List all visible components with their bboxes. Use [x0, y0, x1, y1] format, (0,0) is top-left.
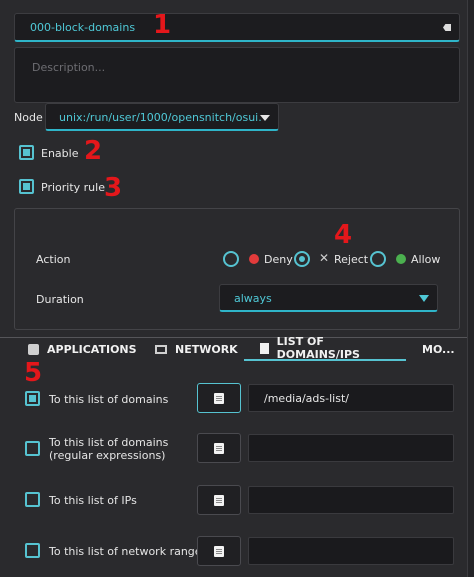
deny-label: Deny [264, 253, 293, 266]
list-ips-label: To this list of IPs [49, 494, 137, 507]
network-icon [155, 344, 167, 354]
tab-network[interactable]: NETWORK [155, 337, 238, 361]
reject-radio[interactable] [294, 251, 310, 267]
action-label: Action [36, 253, 71, 266]
tab-applications-label: APPLICATIONS [47, 342, 137, 356]
folder-icon [214, 392, 224, 404]
enable-checkbox[interactable] [19, 145, 34, 160]
priority-label: Priority rule [41, 181, 105, 194]
description-placeholder: Description... [32, 61, 106, 74]
folder-icon [214, 494, 224, 506]
enable-label: Enable [41, 147, 79, 160]
reject-icon: ✕ [319, 251, 330, 265]
tab-more-label: MO... [422, 342, 455, 356]
regex-path-input[interactable] [248, 434, 454, 462]
deny-icon [249, 254, 259, 264]
domains-path-value: /media/ads-list/ [264, 392, 349, 405]
rule-name-text: 000-block-domains [30, 21, 136, 34]
browse-regex-button[interactable] [197, 433, 241, 463]
list-regex-checkbox[interactable] [25, 441, 40, 456]
tab-list-of-domains[interactable]: LIST OF DOMAINS/IPS [244, 335, 406, 361]
domains-path-input[interactable]: /media/ads-list/ [248, 384, 454, 412]
description-field[interactable]: Description... [14, 47, 460, 103]
duration-select[interactable]: always [219, 284, 438, 312]
browse-domains-button[interactable] [197, 383, 241, 413]
list-regex-label: To this list of domains (regular express… [49, 436, 169, 462]
clear-icon[interactable] [443, 24, 451, 31]
rule-name-input[interactable]: 000-block-domains [14, 13, 460, 42]
node-label: Node [14, 111, 43, 124]
list-domains-label: To this list of domains [49, 393, 169, 406]
annotation-1: 1 [153, 10, 172, 40]
tab-network-label: NETWORK [175, 342, 238, 356]
folder-icon [214, 545, 224, 557]
priority-checkbox[interactable] [19, 179, 34, 194]
annotation-2: 2 [84, 136, 103, 166]
tab-list-of-domains-label: LIST OF DOMAINS/IPS [276, 335, 360, 361]
list-domains-checkbox[interactable] [25, 391, 40, 406]
tab-more[interactable]: MO... [422, 337, 455, 361]
tab-applications[interactable]: APPLICATIONS [28, 337, 137, 361]
annotation-4: 4 [334, 220, 353, 250]
node-select[interactable]: unix:/run/user/1000/opensnitch/osui.sock [45, 103, 279, 131]
ips-path-input[interactable] [248, 486, 454, 514]
allow-label: Allow [411, 253, 441, 266]
browse-ranges-button[interactable] [197, 536, 241, 566]
document-icon [260, 342, 269, 354]
list-ranges-checkbox[interactable] [25, 543, 40, 558]
allow-icon [396, 254, 406, 264]
window-edge [467, 0, 474, 577]
browse-ips-button[interactable] [197, 485, 241, 515]
chevron-down-icon [419, 295, 429, 302]
chevron-down-icon [260, 115, 270, 121]
deny-radio[interactable] [223, 251, 239, 267]
annotation-3: 3 [104, 173, 123, 203]
folder-icon [214, 442, 224, 454]
ranges-path-input[interactable] [248, 537, 454, 565]
list-ips-checkbox[interactable] [25, 492, 40, 507]
node-value: unix:/run/user/1000/opensnitch/osui.sock [59, 111, 261, 124]
list-ranges-label: To this list of network ranges [49, 545, 208, 558]
duration-label: Duration [36, 293, 84, 306]
allow-radio[interactable] [370, 251, 386, 267]
duration-value: always [234, 292, 272, 305]
reject-label: Reject [334, 253, 369, 266]
applications-icon [28, 343, 39, 355]
annotation-5: 5 [24, 358, 43, 388]
